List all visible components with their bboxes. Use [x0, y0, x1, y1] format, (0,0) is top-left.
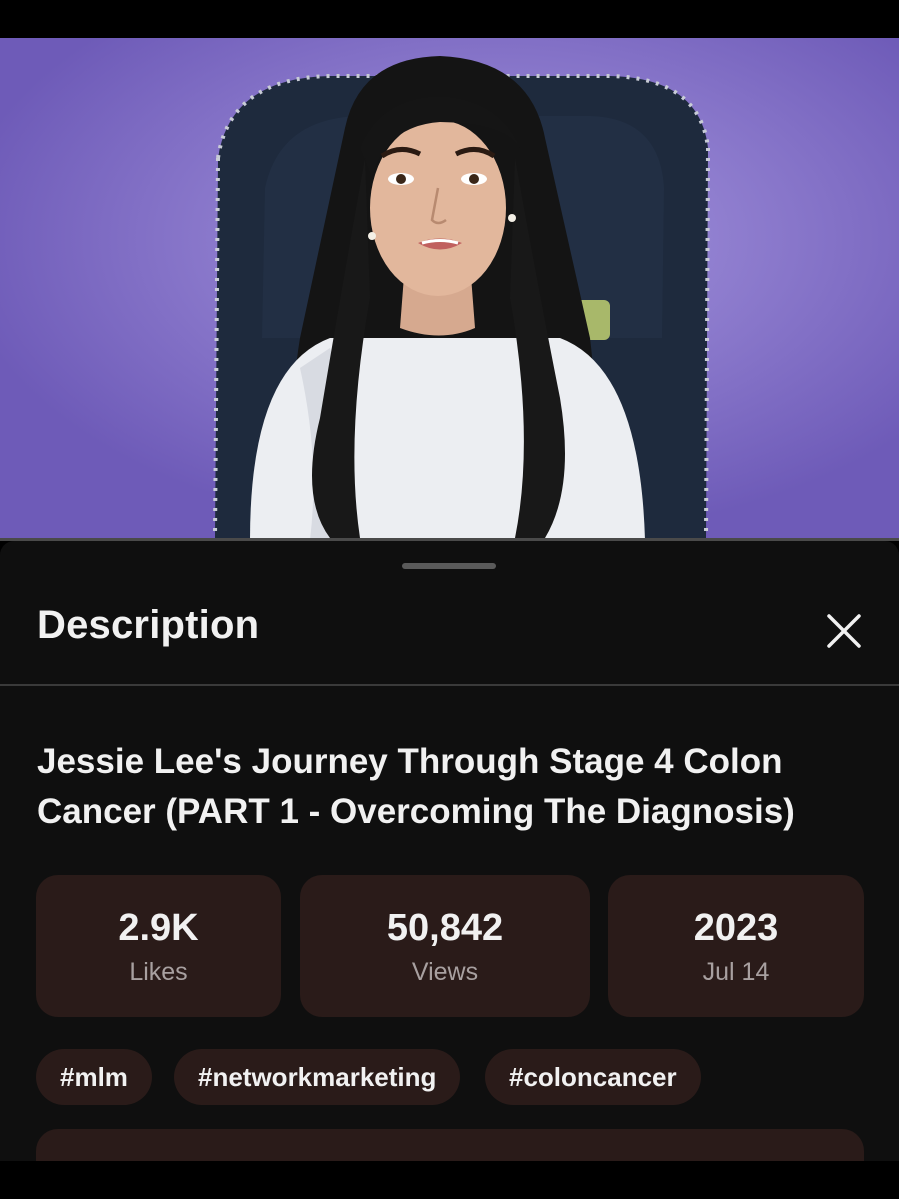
hashtag-mlm[interactable]: #mlm — [36, 1049, 152, 1105]
video-frame-image — [0, 38, 899, 540]
hashtag-networkmarketing[interactable]: #networkmarketing — [174, 1049, 461, 1105]
date-stat: 2023 Jul 14 — [608, 875, 864, 1017]
drag-handle[interactable] — [402, 563, 496, 569]
likes-label: Likes — [129, 957, 188, 986]
description-text-card[interactable] — [36, 1129, 864, 1161]
likes-stat: 2.9K Likes — [36, 875, 281, 1017]
panel-title: Description — [37, 603, 260, 647]
video-title: Jessie Lee's Journey Through Stage 4 Col… — [37, 742, 795, 831]
video-player[interactable] — [0, 38, 899, 540]
description-panel: Description Jessie Lee's Journey Through… — [0, 541, 899, 1161]
bottom-system-bar — [0, 1161, 899, 1199]
hashtag-coloncancer[interactable]: #coloncancer — [485, 1049, 701, 1105]
views-count: 50,842 — [386, 906, 504, 949]
header-divider — [0, 684, 899, 686]
views-stat: 50,842 Views — [300, 875, 590, 1017]
likes-count: 2.9K — [118, 906, 199, 949]
upload-date: Jul 14 — [702, 957, 770, 986]
close-button[interactable] — [818, 605, 870, 657]
close-icon — [827, 614, 861, 648]
views-label: Views — [411, 957, 479, 986]
upload-year: 2023 — [693, 906, 779, 949]
